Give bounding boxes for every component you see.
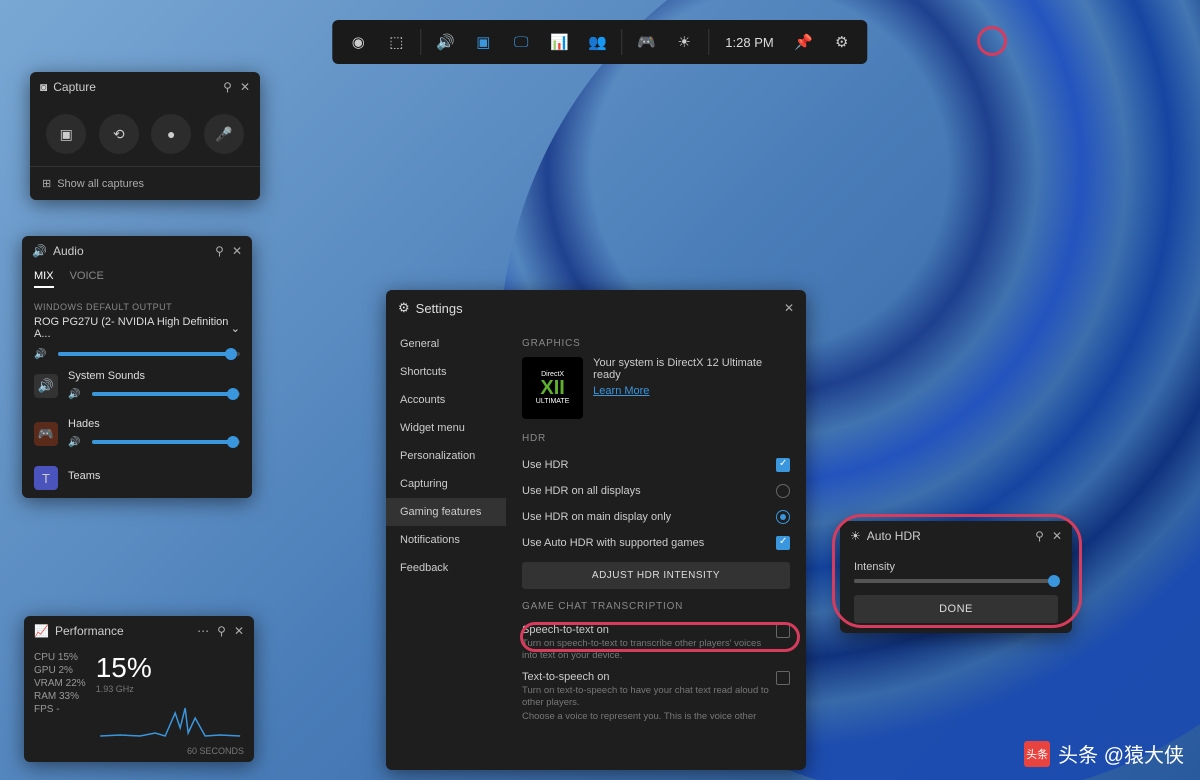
chart-icon: 📈 (34, 624, 49, 638)
intensity-slider[interactable] (854, 579, 1058, 583)
gallery-icon: ⊞ (42, 177, 51, 190)
mix-tab[interactable]: MIX (34, 270, 54, 288)
hdr-main-display-radio[interactable] (776, 510, 790, 524)
nav-widget-menu[interactable]: Widget menu (386, 414, 506, 442)
gpu-stat: GPU 2% (34, 665, 86, 676)
default-output-label: WINDOWS DEFAULT OUTPUT (34, 302, 240, 312)
nav-general[interactable]: General (386, 330, 506, 358)
hades-volume-slider[interactable] (92, 440, 240, 444)
intensity-label: Intensity (854, 561, 1058, 573)
options-icon[interactable]: ⋯ (197, 624, 209, 638)
close-icon[interactable]: ✕ (240, 80, 250, 94)
hdr-all-displays-radio[interactable] (776, 484, 790, 498)
nav-gaming-features[interactable]: Gaming features (386, 498, 506, 526)
ram-stat: RAM 33% (34, 691, 86, 702)
system-sounds-icon: 🔊 (34, 374, 58, 398)
clock: 1:28 PM (715, 35, 783, 50)
cpu-freq: 1.93 GHz (96, 684, 244, 694)
cpu-stat: CPU 15% (34, 652, 86, 663)
close-icon[interactable]: ✕ (234, 624, 244, 638)
graphics-heading: GRAPHICS (522, 338, 790, 349)
auto-hdr-checkbox[interactable] (776, 536, 790, 550)
performance-widget: 📈Performance ⋯ ⚲ ✕ CPU 15% GPU 2% VRAM 22%… (24, 616, 254, 762)
close-icon[interactable]: ✕ (784, 301, 794, 315)
system-volume-slider[interactable] (92, 392, 240, 396)
audio-widget: 🔊Audio ⚲ ✕ MIX VOICE WINDOWS DEFAULT OUTP… (22, 236, 252, 498)
cpu-percent: 15% (96, 652, 244, 684)
hdr-heading: HDR (522, 433, 790, 444)
xbox-social-icon[interactable]: 👥 (579, 24, 615, 60)
nav-personalization[interactable]: Personalization (386, 442, 506, 470)
settings-nav: General Shortcuts Accounts Widget menu P… (386, 326, 506, 770)
record-last-button[interactable]: ⟲ (99, 114, 139, 154)
toutiao-logo-icon: 头条 (1024, 741, 1050, 767)
xbox-game-bar-topbar: ◉ ⬚ 🔊 ▣ 🖵 📊 👥 🎮 ☀ 1:28 PM 📌 ⚙ (332, 20, 867, 64)
settings-gear-icon[interactable]: ⚙ (824, 24, 860, 60)
audio-title: 🔊Audio (32, 244, 84, 258)
resources-icon[interactable]: 📊 (541, 24, 577, 60)
nav-capturing[interactable]: Capturing (386, 470, 506, 498)
stt-checkbox[interactable] (776, 624, 790, 638)
speaker-icon: 🔊 (32, 244, 47, 258)
pin-icon[interactable]: ⚲ (215, 244, 224, 258)
capture-widget: ◙Capture ⚲ ✕ ▣ ⟲ ● 🎤 ⊞Show all captures (30, 72, 260, 200)
capture-icon[interactable]: ▣ (465, 24, 501, 60)
nav-shortcuts[interactable]: Shortcuts (386, 358, 506, 386)
nav-accounts[interactable]: Accounts (386, 386, 506, 414)
xbox-icon[interactable]: ◉ (340, 24, 376, 60)
mic-button[interactable]: 🎤 (204, 114, 244, 154)
capture-title: ◙Capture (40, 80, 96, 94)
pin-icon[interactable]: ⚲ (217, 624, 226, 638)
time-range: 60 SECONDS (24, 744, 254, 762)
settings-content: GRAPHICS DirectX XII ULTIMATE Your syste… (506, 326, 806, 770)
learn-more-link[interactable]: Learn More (593, 385, 649, 397)
tts-checkbox[interactable] (776, 671, 790, 685)
sun-icon: ☀ (850, 529, 861, 543)
fps-stat: FPS - (34, 704, 86, 715)
hades-icon: 🎮 (34, 422, 58, 446)
master-volume-slider[interactable] (58, 352, 240, 356)
record-button[interactable]: ● (151, 114, 191, 154)
done-button[interactable]: DONE (854, 595, 1058, 623)
settings-title: ⚙Settings (398, 300, 463, 316)
teams-icon: T (34, 466, 58, 490)
gear-icon: ⚙ (398, 300, 410, 316)
cpu-chart (96, 698, 244, 740)
screenshot-button[interactable]: ▣ (46, 114, 86, 154)
auto-hdr-title: ☀Auto HDR (850, 529, 921, 543)
audio-device-select[interactable]: ROG PG27U (2- NVIDIA High Definition A..… (34, 316, 240, 340)
brightness-icon[interactable]: ☀ (666, 24, 702, 60)
transcription-heading: GAME CHAT TRANSCRIPTION (522, 601, 790, 612)
lfg-icon[interactable]: 🎮 (628, 24, 664, 60)
close-icon[interactable]: ✕ (1052, 529, 1062, 543)
voice-tab[interactable]: VOICE (70, 270, 104, 288)
pin-icon[interactable]: ⚲ (223, 80, 232, 94)
pin-icon[interactable]: ⚲ (1035, 529, 1044, 543)
chevron-down-icon: ⌄ (231, 322, 240, 335)
nav-notifications[interactable]: Notifications (386, 526, 506, 554)
performance-icon[interactable]: 🖵 (503, 24, 539, 60)
directx-badge: DirectX XII ULTIMATE (522, 357, 583, 419)
attribution-watermark: 头条 头条 @猿大侠 (1024, 739, 1184, 768)
vram-stat: VRAM 22% (34, 678, 86, 689)
pin-icon[interactable]: 📌 (786, 24, 822, 60)
settings-window: ⚙Settings ✕ General Shortcuts Accounts W… (386, 290, 806, 770)
use-hdr-checkbox[interactable] (776, 458, 790, 472)
close-icon[interactable]: ✕ (232, 244, 242, 258)
directx-status: Your system is DirectX 12 Ultimate ready (593, 357, 790, 381)
adjust-hdr-intensity-button[interactable]: ADJUST HDR INTENSITY (522, 562, 790, 589)
auto-hdr-widget: ☀Auto HDR ⚲ ✕ Intensity DONE (840, 521, 1072, 633)
camera-icon: ◙ (40, 80, 47, 94)
performance-title: 📈Performance (34, 624, 124, 638)
audio-icon[interactable]: 🔊 (427, 24, 463, 60)
nav-feedback[interactable]: Feedback (386, 554, 506, 582)
widgets-icon[interactable]: ⬚ (378, 24, 414, 60)
show-all-captures-link[interactable]: ⊞Show all captures (30, 166, 260, 200)
